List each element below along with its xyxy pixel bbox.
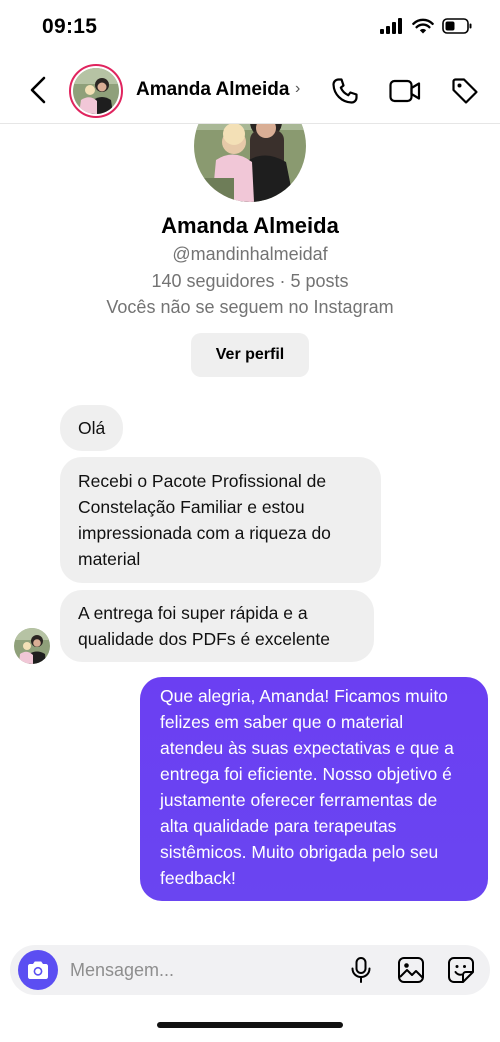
view-profile-button[interactable]: Ver perfil: [191, 333, 309, 377]
sticker-button[interactable]: [446, 955, 476, 985]
gallery-button[interactable]: [396, 955, 426, 985]
message-input[interactable]: [70, 957, 330, 983]
profile-handle: @mandinhalmeidaf: [172, 244, 328, 264]
follow-status: Vocês não se seguem no Instagram: [106, 297, 394, 317]
profile-stats: 140 seguidores · 5 posts: [151, 271, 349, 291]
wifi-icon: [412, 18, 434, 34]
incoming-message[interactable]: Recebi o Pacote Profissional de Constela…: [60, 457, 381, 583]
outgoing-message[interactable]: Que alegria, Amanda! Ficamos muito feliz…: [140, 677, 488, 901]
profile-name: Amanda Almeida: [161, 213, 339, 238]
back-icon: [30, 76, 46, 104]
signal-icon: [380, 18, 402, 34]
incoming-message[interactable]: Olá: [60, 405, 124, 451]
home-indicator: [157, 1022, 343, 1028]
chat-header: Amanda Almeida ›: [0, 56, 500, 124]
tag-icon: [452, 78, 478, 104]
incoming-message[interactable]: A entrega foi super rápida e a qualidade…: [60, 590, 374, 662]
sticker-icon: [448, 957, 474, 983]
phone-icon: [332, 78, 358, 104]
sender-avatar[interactable]: [14, 628, 50, 664]
video-icon: [389, 79, 421, 103]
header-contact-name[interactable]: Amanda Almeida: [136, 79, 289, 101]
status-bar: 09:15: [0, 0, 500, 56]
composer-actions: [346, 955, 476, 985]
status-time: 09:15: [42, 15, 98, 38]
message-composer: [10, 945, 490, 995]
battery-icon: [442, 18, 472, 34]
header-avatar[interactable]: [69, 64, 123, 118]
chevron-right-icon[interactable]: ›: [295, 80, 300, 98]
gallery-icon: [398, 957, 424, 983]
call-button[interactable]: [328, 74, 362, 108]
camera-icon: [28, 961, 48, 979]
back-button[interactable]: [22, 72, 54, 108]
microphone-icon: [351, 957, 371, 983]
status-icons: [380, 18, 472, 34]
tag-button[interactable]: [448, 74, 482, 108]
voice-message-button[interactable]: [346, 955, 376, 985]
header-actions: [328, 74, 482, 108]
video-call-button[interactable]: [388, 74, 422, 108]
camera-button[interactable]: [18, 950, 58, 990]
